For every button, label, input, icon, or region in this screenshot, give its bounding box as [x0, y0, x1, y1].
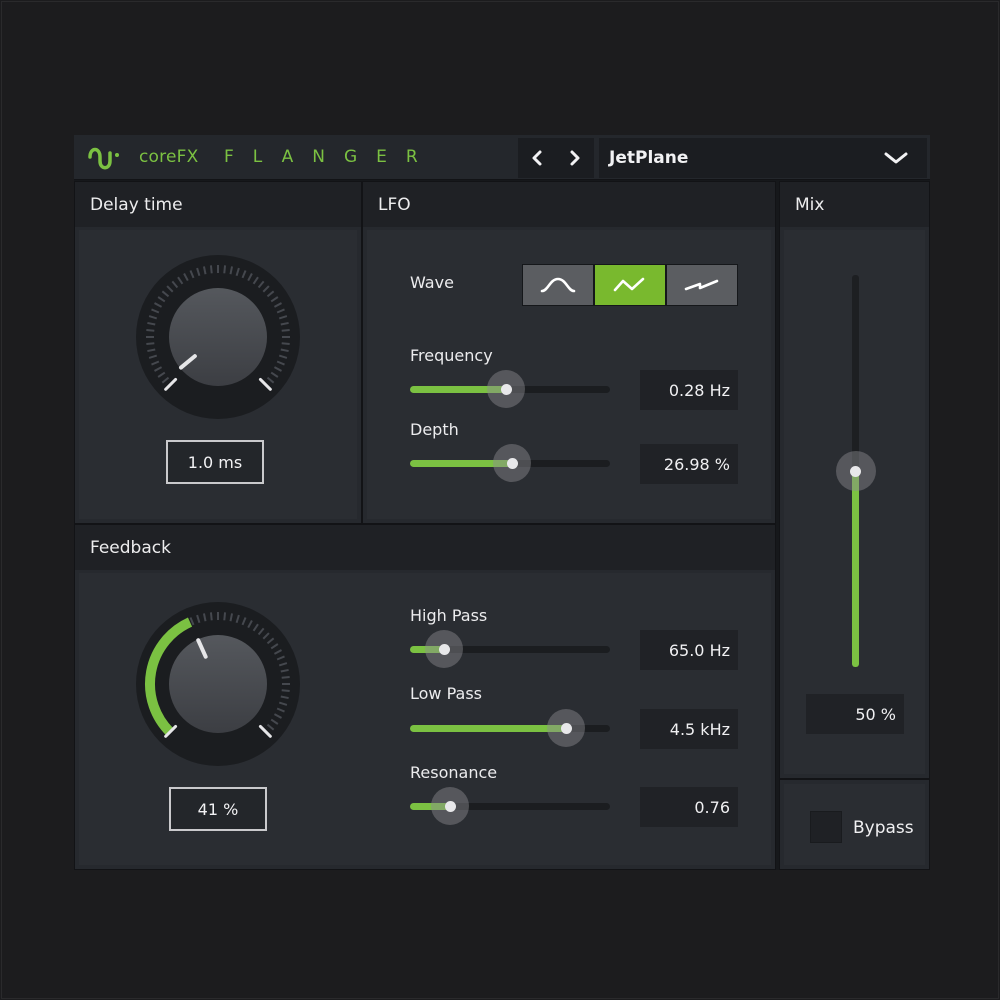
panel-body: 41 % High Pass 65.0 Hz Low Pass 4.5 kHz … [79, 573, 771, 865]
delay-time-value[interactable]: 1.0 ms [166, 440, 264, 484]
slider-thumb[interactable] [850, 465, 861, 477]
preset-navigation [518, 138, 594, 178]
feedback-title: Feedback [90, 538, 171, 558]
panel-header: Delay time [75, 182, 361, 227]
panel-body: Bypass [784, 784, 925, 865]
wave-sine-button[interactable] [523, 265, 593, 305]
triangle-wave-icon [613, 277, 645, 292]
panel-header: LFO [363, 182, 775, 227]
high-pass-value[interactable]: 65.0 Hz [640, 630, 738, 670]
panel-body: 1.0 ms [79, 230, 357, 519]
panel-header: Feedback [75, 525, 775, 570]
knob-tick [146, 328, 155, 332]
slider-thumb[interactable] [506, 458, 518, 469]
bypass-panel: Bypass [779, 779, 930, 870]
knob-tick [281, 689, 290, 693]
frequency-label: Frequency [410, 346, 493, 365]
preset-dropdown[interactable]: JetPlane [599, 138, 927, 178]
lfo-panel: LFO Wave Frequency 0.28 Hz Depth 26.98 % [362, 181, 776, 524]
brand-name: coreFX [139, 147, 199, 167]
wave-sawtooth-button[interactable] [667, 265, 737, 305]
wave-triangle-button[interactable] [595, 265, 665, 305]
resonance-value[interactable]: 0.76 [640, 787, 738, 827]
bypass-checkbox[interactable] [810, 811, 842, 843]
knob-tick [281, 675, 290, 679]
resonance-label: Resonance [410, 763, 498, 782]
low-pass-value[interactable]: 4.5 kHz [640, 709, 738, 749]
frequency-value[interactable]: 0.28 Hz [640, 370, 738, 410]
slider-thumb[interactable] [560, 723, 572, 734]
chevron-down-icon [884, 152, 908, 164]
bypass-label: Bypass [853, 818, 914, 838]
sawtooth-wave-icon [684, 279, 719, 291]
knob-tick [281, 342, 290, 346]
lfo-title: LFO [378, 195, 411, 215]
knob-tick [223, 265, 227, 274]
delay-time-title: Delay time [90, 195, 183, 215]
chevron-right-icon [570, 150, 580, 166]
slider-thumb[interactable] [500, 384, 512, 395]
window-frame: coreFX FLANGER JetPlane Delay time 1.0 m… [1, 1, 999, 999]
wave-selector [522, 264, 738, 306]
depth-value[interactable]: 26.98 % [640, 444, 738, 484]
panel-body: Wave Frequency 0.28 Hz Depth 26.98 % [367, 230, 771, 519]
next-preset-button[interactable] [556, 138, 594, 178]
feedback-panel: Feedback 41 % High Pass 65.0 Hz Low Pass… [74, 524, 776, 870]
knob-body [169, 288, 267, 386]
slider-fill [410, 725, 566, 732]
slider-thumb[interactable] [438, 644, 450, 655]
panel-body: 50 % [784, 230, 925, 774]
depth-label: Depth [410, 420, 459, 439]
slider-fill [852, 471, 859, 667]
depth-slider[interactable] [410, 444, 610, 482]
panel-header: Mix [780, 182, 929, 227]
low-pass-label: Low Pass [410, 684, 482, 703]
mix-slider[interactable] [836, 275, 876, 667]
high-pass-label: High Pass [410, 606, 488, 625]
knob-tick [223, 612, 227, 621]
low-pass-slider[interactable] [410, 709, 610, 747]
mix-value[interactable]: 50 % [806, 694, 904, 734]
product-name: FLANGER [224, 147, 437, 167]
chevron-left-icon [532, 150, 542, 166]
knob-tick [209, 612, 213, 621]
wave-label: Wave [410, 273, 454, 292]
previous-preset-button[interactable] [518, 138, 556, 178]
delay-time-panel: Delay time 1.0 ms [74, 181, 362, 524]
resonance-slider[interactable] [410, 787, 610, 825]
flanger-plugin: coreFX FLANGER JetPlane Delay time 1.0 m… [74, 135, 930, 870]
frequency-slider[interactable] [410, 370, 610, 408]
wave-logo-icon [88, 147, 119, 170]
slider-thumb[interactable] [444, 801, 456, 812]
knob-tick [209, 265, 213, 274]
mix-panel: Mix 50 % [779, 181, 930, 779]
knob-tick [146, 342, 155, 346]
plugin-header: coreFX FLANGER JetPlane [74, 135, 930, 180]
delay-time-knob[interactable] [133, 252, 303, 422]
knob-tick [281, 328, 290, 332]
preset-name: JetPlane [609, 148, 689, 168]
feedback-knob[interactable] [133, 599, 303, 769]
mix-title: Mix [795, 195, 825, 215]
sine-wave-icon [540, 277, 576, 293]
feedback-value[interactable]: 41 % [169, 787, 267, 831]
knob-body [169, 635, 267, 733]
high-pass-slider[interactable] [410, 630, 610, 668]
